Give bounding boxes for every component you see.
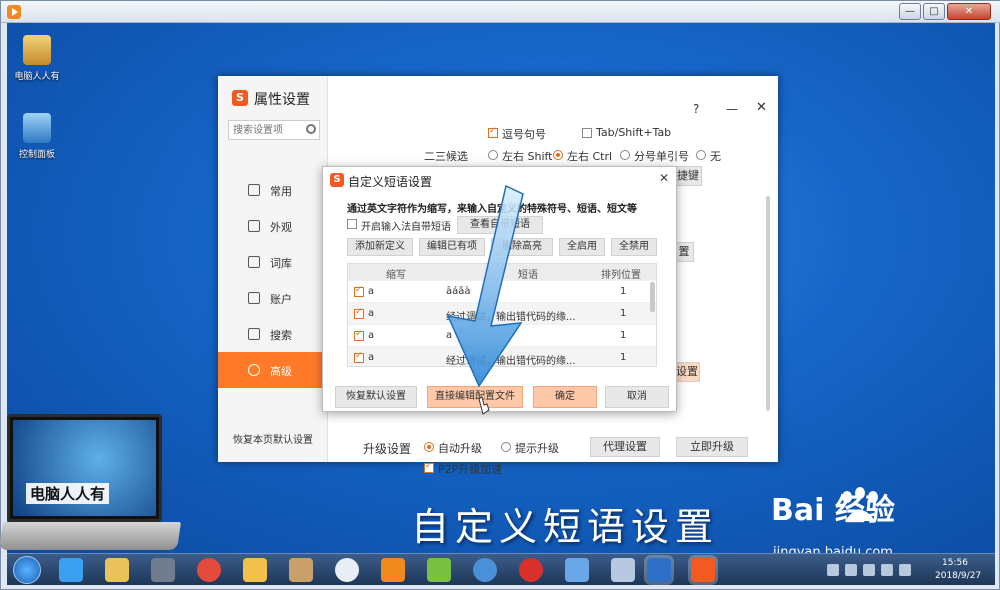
start-button[interactable] <box>13 556 41 584</box>
video-player-window: — □ ✕ 电脑人人有 控制面板 S 属性设置 常用 外观 <box>0 0 1000 590</box>
tray-shield-icon[interactable] <box>845 564 857 576</box>
clock-time[interactable]: 15:56 <box>942 558 968 568</box>
tray-input-icon[interactable] <box>899 564 911 576</box>
mouse-cursor-icon <box>478 396 490 415</box>
chrome-icon[interactable] <box>197 558 221 582</box>
laptop-keyboard <box>0 522 181 550</box>
flower-icon[interactable] <box>611 558 635 582</box>
sogou-input-icon[interactable] <box>691 558 715 582</box>
ie-icon[interactable] <box>59 558 83 582</box>
channel-logo-laptop: 电脑人人有 <box>0 414 182 564</box>
laptop-screen: 电脑人人有 <box>7 414 162 522</box>
paint-icon[interactable] <box>289 558 313 582</box>
qq-icon[interactable] <box>473 558 497 582</box>
sogou-browser-icon[interactable] <box>335 558 359 582</box>
pinwheel-icon[interactable] <box>427 558 451 582</box>
general-icon[interactable] <box>519 558 543 582</box>
tray-arrow-icon[interactable] <box>827 564 839 576</box>
explorer-icon[interactable] <box>105 558 129 582</box>
tray-network-icon[interactable] <box>863 564 875 576</box>
network-icon[interactable] <box>565 558 589 582</box>
player-icon[interactable] <box>381 558 405 582</box>
media-icon[interactable] <box>151 558 175 582</box>
baidu-brand: Bai 经验 <box>771 493 895 528</box>
shield-icon[interactable] <box>647 558 671 582</box>
taskbar: 15:56 2018/9/27 <box>7 553 995 585</box>
video-caption: 自定义短语设置 <box>411 505 720 549</box>
clock-date[interactable]: 2018/9/27 <box>935 571 981 581</box>
notes-icon[interactable] <box>243 558 267 582</box>
tray-volume-icon[interactable] <box>881 564 893 576</box>
system-tray <box>827 561 917 579</box>
laptop-label: 电脑人人有 <box>26 483 110 504</box>
